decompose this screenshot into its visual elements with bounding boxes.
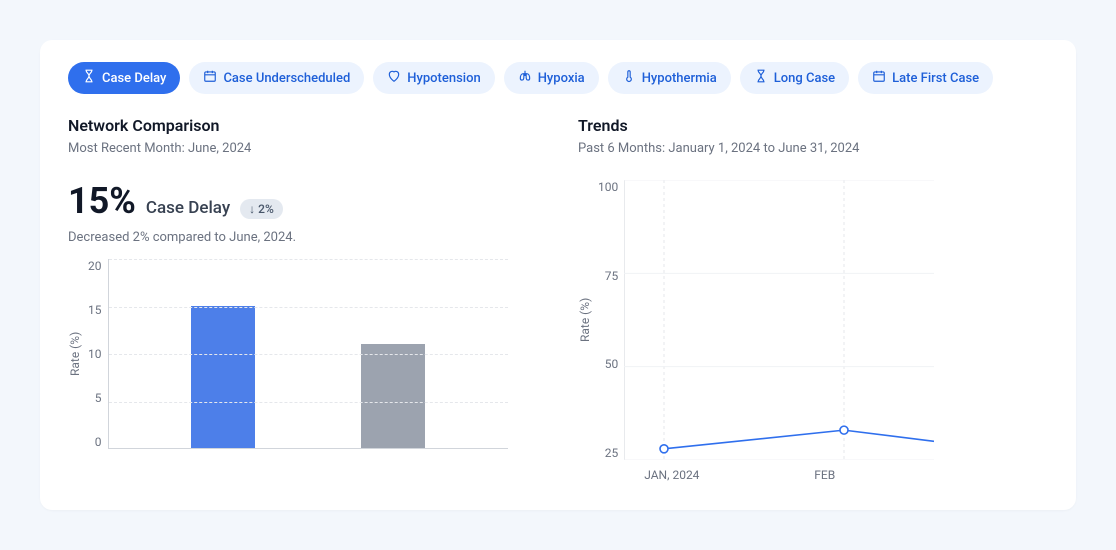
bar [361,344,425,449]
chip-case-delay[interactable]: Case Delay [68,62,180,94]
chip-late-first-case[interactable]: Late First Case [858,62,993,94]
ytick: 100 [598,180,618,194]
trends-title: Trends [578,116,1048,135]
bar [191,306,255,449]
panes-row: Network Comparison Most Recent Month: Ju… [68,116,1048,482]
stat-value: 15% [68,180,136,222]
ytick: 25 [605,446,619,460]
chip-label: Case Delay [102,71,166,86]
chip-hypoxia[interactable]: Hypoxia [504,62,599,94]
ytick: 5 [95,391,102,405]
gridline [109,402,508,403]
bar-chart-ylabel: Rate (%) [68,259,82,449]
xtick: FEB [814,468,934,482]
network-comparison-subtitle: Most Recent Month: June, 2024 [68,141,538,156]
line-chart-ylabel: Rate (%) [578,180,592,460]
line-chart: Rate (%) 100 75 50 25 JAN, 2024FEB [578,180,1048,482]
ytick: 75 [605,269,619,283]
chip-long-case[interactable]: Long Case [740,62,849,94]
trends-pane: Trends Past 6 Months: January 1, 2024 to… [578,116,1048,482]
gridline [109,307,508,308]
calendar-icon [872,69,886,87]
chip-label: Hypothermia [642,71,717,86]
network-comparison-pane: Network Comparison Most Recent Month: Ju… [68,116,538,482]
thermometer-icon [622,69,636,87]
chip-label: Late First Case [892,71,979,86]
chip-label: Hypoxia [538,71,585,86]
gridline [109,354,508,355]
dashboard-card: Case Delay Case Underscheduled Hypotension… [40,40,1076,510]
trends-subtitle: Past 6 Months: January 1, 2024 to June 3… [578,141,1048,156]
arrow-down-icon: ↓ [249,202,255,216]
xtick: JAN, 2024 [644,468,814,482]
chip-case-underscheduled[interactable]: Case Underscheduled [189,62,364,94]
ytick: 15 [88,303,102,317]
chip-hypothermia[interactable]: Hypothermia [608,62,731,94]
hourglass-icon [82,69,96,87]
stat-delta-text: 2% [258,202,274,216]
chip-label: Case Underscheduled [223,71,350,86]
bar-chart-yaxis: 20 15 10 5 0 [88,259,108,449]
ytick: 20 [88,259,102,273]
stat-description: Decreased 2% compared to June, 2024. [68,230,538,245]
network-comparison-title: Network Comparison [68,116,538,135]
chip-label: Long Case [774,71,835,86]
stat-label: Case Delay [146,198,230,218]
chip-hypotension[interactable]: Hypotension [373,62,494,94]
hourglass-icon [754,69,768,87]
lungs-icon [518,69,532,87]
bar-chart: Rate (%) 20 15 10 5 0 [68,259,538,449]
chip-label: Hypotension [407,71,480,86]
line-chart-svg [624,180,934,460]
metric-chips: Case Delay Case Underscheduled Hypotension… [68,62,1048,94]
ytick: 50 [605,357,619,371]
gridline [109,259,508,260]
heart-icon [387,69,401,87]
ytick: 10 [88,347,102,361]
bar-chart-grid [108,259,508,449]
ytick: 0 [95,435,102,449]
stat-row: 15% Case Delay ↓ 2% [68,180,538,222]
calendar-icon [203,69,217,87]
stat-delta-badge: ↓ 2% [240,199,283,219]
line-chart-yaxis: 100 75 50 25 [598,180,624,460]
line-chart-xaxis: JAN, 2024FEB [624,468,934,482]
